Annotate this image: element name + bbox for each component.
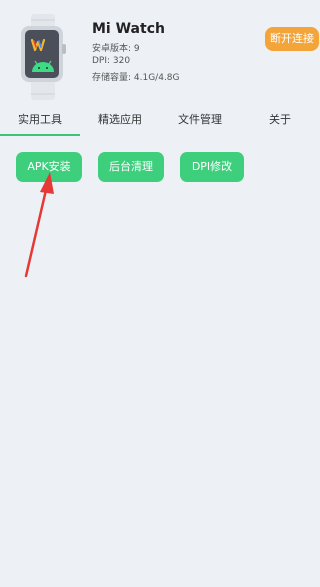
- active-tab-indicator: [0, 134, 80, 136]
- dpi-modify-button[interactable]: DPI修改: [180, 152, 244, 182]
- tab-bar: 实用工具 精选应用 文件管理 关于: [0, 104, 320, 136]
- watch-android-icon: [21, 14, 66, 100]
- storage-text: 存储容量: 4.1G/4.8G: [92, 73, 180, 83]
- dpi-text: DPI: 320: [92, 56, 131, 66]
- android-version-text: 安卓版本: 9: [92, 44, 140, 54]
- background-clean-button[interactable]: 后台清理: [98, 152, 164, 182]
- tab-file-manager[interactable]: 文件管理: [160, 104, 240, 136]
- device-name: Mi Watch: [92, 21, 165, 37]
- tab-featured-apps[interactable]: 精选应用: [80, 104, 160, 136]
- device-header: Mi Watch 安卓版本: 9 DPI: 320 存储容量: 4.1G/4.8…: [0, 0, 320, 100]
- apk-install-button[interactable]: APK安装: [16, 152, 82, 182]
- tab-about[interactable]: 关于: [240, 104, 320, 136]
- tab-utilities[interactable]: 实用工具: [0, 104, 80, 136]
- disconnect-button[interactable]: 断开连接: [265, 27, 319, 51]
- tool-buttons: APK安装 后台清理 DPI修改: [0, 152, 320, 184]
